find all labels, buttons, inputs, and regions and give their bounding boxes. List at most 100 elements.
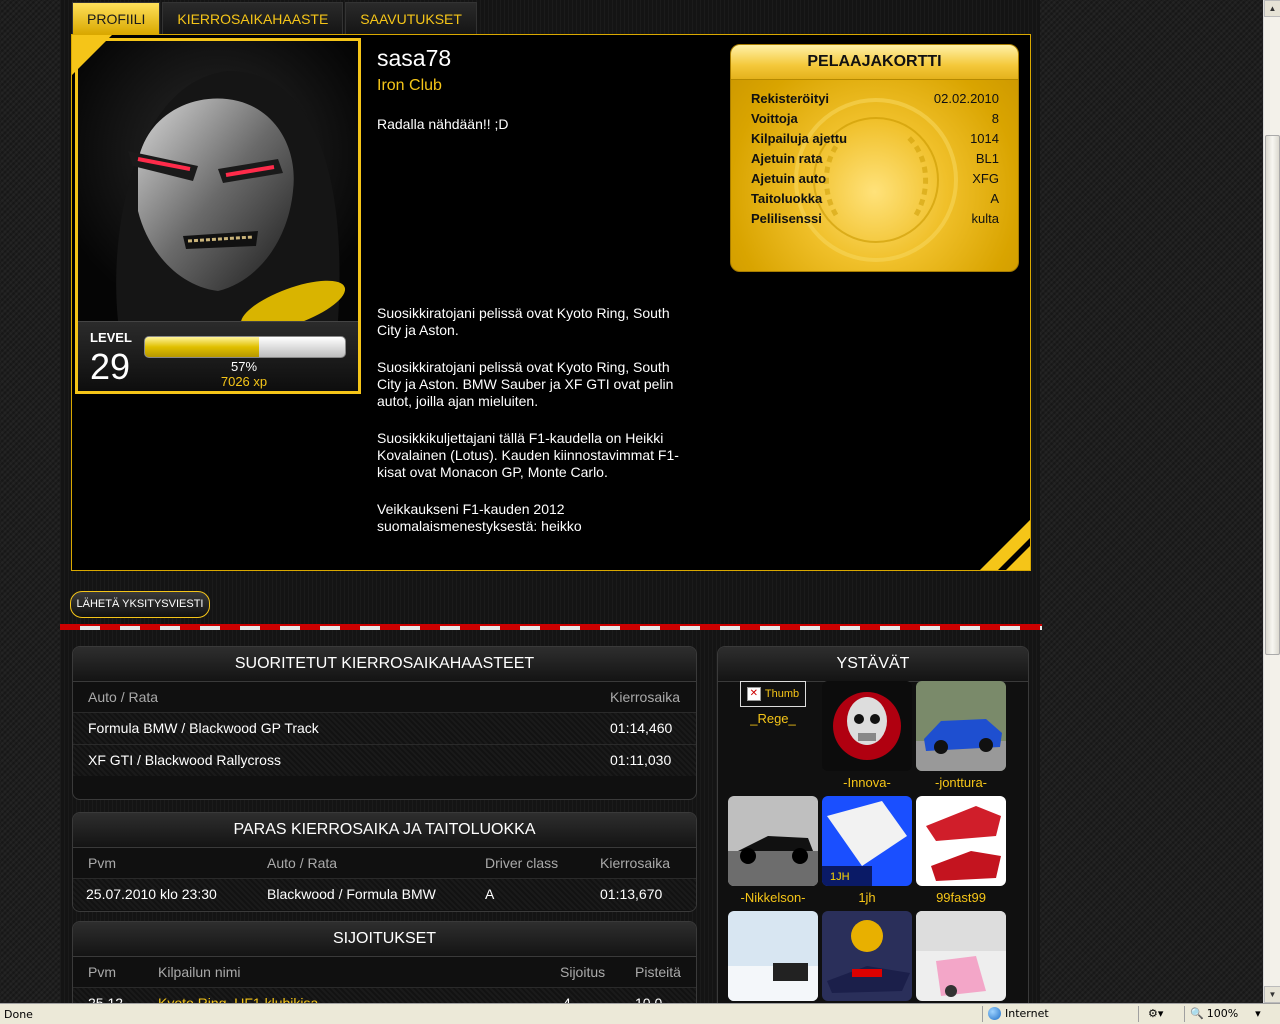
separator [1138, 1006, 1139, 1022]
zoom-icon: 🔍 [1190, 1007, 1204, 1020]
player-card-title: PELAAJAKORTTI [731, 45, 1018, 80]
col-header: Kilpailun nimi [158, 964, 241, 980]
table-cell: Blackwood / Formula BMW [267, 886, 436, 902]
panel-title: SUORITETUT KIERROSAIKAHAASTEET [73, 647, 696, 682]
card-value: A [990, 191, 999, 206]
card-value: BL1 [975, 151, 999, 166]
table-row: 25.12 Kyoto Ring, UF1 klubikisa 4 10,0 [73, 987, 696, 1003]
level-number: 29 [90, 346, 131, 387]
scroll-thumb[interactable] [1265, 135, 1280, 655]
friend-name[interactable]: -jonttura- [916, 775, 1006, 790]
friend-name[interactable]: -Innova- [822, 775, 912, 790]
broken-image-icon: ✕ Thumb [740, 681, 806, 707]
col-header: Driver class [485, 855, 559, 871]
placements-panel: SIJOITUKSET Pvm Kilpailun nimi Sijoitus … [72, 921, 697, 1003]
table-cell: 4 [563, 995, 571, 1003]
friend-item[interactable]: ✕ Thumb _Rege_ [728, 681, 818, 726]
friend-item[interactable] [916, 911, 1006, 1001]
table-cell: Formula BMW / Blackwood GP Track [88, 720, 319, 736]
table-cell: 25.07.2010 klo 23:30 [86, 886, 217, 902]
col-header: Kierrosaika [610, 689, 681, 705]
rally-car-avatar: 1JH [822, 796, 912, 886]
friend-item[interactable]: -Innova- [822, 681, 912, 790]
friend-name[interactable]: 99fast99 [916, 890, 1006, 905]
panel-title: SIJOITUKSET [73, 922, 696, 957]
shoes-avatar [916, 796, 1006, 886]
challenges-table: Auto / Rata Kierrosaika Formula BMW / Bl… [73, 682, 696, 776]
status-text: Done [4, 1008, 33, 1021]
corner-stripes [980, 520, 1030, 570]
best-lap-table: Pvm Auto / Rata Driver class Kierrosaika… [73, 848, 696, 910]
web-page: PROFIILI KIERROSAIKAHAASTE SAAVUTUKSET L… [0, 0, 1263, 1003]
avatar-frame: LEVEL 29 57% 7026 xp [75, 38, 361, 394]
tab-profiili[interactable]: PROFIILI [72, 2, 161, 34]
thumb-alt-text: Thumb [764, 688, 800, 700]
security-zone[interactable]: Internet [988, 1007, 1049, 1020]
avatar[interactable] [78, 41, 358, 321]
bio-paragraph: Suosikkiratojani pelissä ovat Kyoto Ring… [377, 359, 674, 409]
friend-item[interactable]: 1JH 1jh [822, 796, 912, 905]
zoom-control[interactable]: 🔍 100% ▾ [1190, 1007, 1261, 1020]
card-key: Kilpailuja ajettu [751, 131, 848, 146]
friend-name[interactable]: 1jh [822, 890, 912, 905]
friend-name[interactable]: _Rege_ [728, 711, 818, 726]
player-card: PELAAJAKORTTI Rekisteröityi 02.02.2010 Vo… [730, 44, 1019, 272]
col-header: Auto / Rata [267, 855, 338, 871]
profile-tabs: PROFIILI KIERROSAIKAHAASTE SAAVUTUKSET [72, 2, 479, 34]
card-row-car: Ajetuin auto XFG [751, 169, 999, 189]
vertical-scrollbar[interactable]: ▲ ▼ [1263, 0, 1280, 1003]
level-label: LEVEL [90, 330, 132, 345]
friend-name[interactable]: -Nikkelson- [728, 890, 818, 905]
club-link[interactable]: Iron Club [377, 77, 442, 95]
race-link[interactable]: Kyoto Ring, UF1 klubikisa [158, 988, 318, 1003]
blue-car-avatar [916, 681, 1006, 771]
tab-saavutukset[interactable]: SAAVUTUKSET [345, 2, 477, 34]
send-private-message-button[interactable]: LÄHETÄ YKSITYSVIESTI [70, 591, 210, 618]
card-value: XFG [972, 171, 999, 186]
table-header: Auto / Rata Kierrosaika [73, 682, 696, 712]
snow-car-avatar [728, 911, 818, 1001]
friend-item[interactable]: -Nikkelson- [728, 796, 818, 905]
best-lap-panel: PARAS KIERROSAIKA JA TAITOLUOKKA Pvm Aut… [72, 812, 697, 912]
vacuum-avatar [916, 911, 1006, 1001]
table-header: Pvm Kilpailun nimi Sijoitus Pisteitä [73, 957, 696, 987]
f1-car-avatar [728, 796, 818, 886]
panel-title: PARAS KIERROSAIKA JA TAITOLUOKKA [73, 813, 696, 848]
xp-value: 7026 xp [220, 374, 268, 389]
friend-item[interactable]: -jonttura- [916, 681, 1006, 790]
friend-item[interactable]: 99fast99 [916, 796, 1006, 905]
table-cell: 10,0 [635, 995, 663, 1003]
col-header: Auto / Rata [88, 689, 159, 705]
card-value: 8 [991, 111, 999, 126]
friend-item[interactable] [728, 911, 818, 1001]
table-row: 25.07.2010 klo 23:30 Blackwood / Formula… [73, 878, 696, 910]
separator [1184, 1006, 1185, 1022]
table-cell: XF GTI / Blackwood Rallycross [88, 752, 281, 768]
scroll-up-button[interactable]: ▲ [1264, 0, 1280, 17]
card-key: Ajetuin rata [751, 151, 823, 166]
table-cell: 01:11,030 [610, 752, 672, 768]
protected-mode-icon[interactable]: ⚙▾ [1148, 1007, 1163, 1020]
globe-icon [988, 1007, 1001, 1020]
friend-item[interactable] [822, 911, 912, 1001]
col-header: Pvm [88, 855, 116, 871]
scroll-down-button[interactable]: ▼ [1264, 986, 1280, 1003]
bio-paragraph: Suosikkiratojani pelissä ovat Kyoto Ring… [377, 305, 670, 338]
placements-table: Pvm Kilpailun nimi Sijoitus Pisteitä 25.… [73, 957, 696, 1003]
completed-challenges-panel: SUORITETUT KIERROSAIKAHAASTEET Auto / Ra… [72, 646, 697, 800]
table-cell: 25.12 [88, 995, 124, 1003]
col-header: Kierrosaika [600, 855, 671, 871]
zoom-level: 100% [1206, 1007, 1239, 1020]
card-row-races: Kilpailuja ajettu 1014 [751, 129, 999, 149]
browser-statusbar: Done Internet ⚙▾ 🔍 100% ▾ [0, 1003, 1280, 1024]
table-row: Formula BMW / Blackwood GP Track 01:14,4… [73, 712, 696, 744]
corner-decoration [72, 35, 112, 75]
table-cell: 01:13,670 [600, 886, 663, 902]
card-value: kulta [971, 211, 999, 226]
col-header: Pisteitä [635, 964, 681, 980]
tab-kierrosaikahaaste[interactable]: KIERROSAIKAHAASTE [162, 2, 344, 34]
card-row-registered: Rekisteröityi 02.02.2010 [751, 89, 999, 109]
card-key: Rekisteröityi [751, 91, 830, 106]
profile-bio: Suosikkiratojani pelissä ovat Kyoto Ring… [377, 305, 689, 555]
xp-progress-fill [145, 337, 259, 357]
